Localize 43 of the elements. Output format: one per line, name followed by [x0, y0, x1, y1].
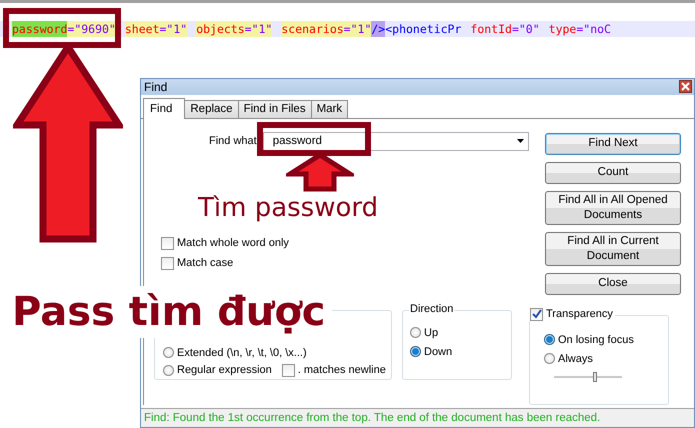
checkmark-icon — [532, 309, 542, 320]
code-token: ="0" — [512, 21, 540, 37]
code-token: type — [548, 21, 576, 37]
code-token: scenarios — [281, 21, 344, 37]
tab[interactable]: Mark — [310, 100, 348, 118]
dialog-button[interactable]: Find Next — [545, 132, 681, 155]
dialog-button[interactable]: Count — [545, 162, 681, 184]
radio-option[interactable]: Regular expression — [163, 364, 272, 376]
find-what-combo[interactable]: password — [262, 132, 529, 151]
dialog-button[interactable]: Find All in All Opened Documents — [545, 190, 681, 225]
radio-option[interactable]: Always — [544, 352, 668, 365]
code-token: fontId — [470, 21, 512, 37]
tab[interactable]: Find — [143, 98, 186, 119]
checkbox-option[interactable]: Match whole word only — [161, 236, 529, 250]
group-title: Direction — [409, 302, 454, 315]
code-token: ="9690" — [67, 21, 116, 37]
checkbox-option[interactable]: . matches newline — [282, 364, 386, 377]
radio-option[interactable]: Down — [410, 346, 511, 358]
code-token: ="1" — [244, 21, 272, 37]
status-text: Find: Found the 1st occurrence from the top. The end of the document has been reached. — [144, 412, 600, 424]
code-token: /> — [371, 21, 386, 37]
code-token: sheet — [124, 21, 160, 37]
dialog-button[interactable]: Find All in Current Document — [545, 232, 681, 266]
find-what-label: Find what — [209, 135, 257, 148]
checkbox-option[interactable]: Match case — [161, 256, 529, 270]
code-token: ="noC — [576, 21, 611, 37]
dialog-button[interactable]: Close — [545, 272, 681, 295]
code-token: password — [12, 21, 68, 37]
transparency-slider[interactable] — [554, 372, 622, 382]
close-icon[interactable] — [679, 80, 692, 94]
code-token: objects — [196, 21, 245, 37]
code-token: ="1" — [344, 21, 372, 37]
radio-option[interactable]: Extended (\n, \r, \t, \0, \x...) — [163, 346, 307, 359]
radio-option[interactable]: Up — [410, 326, 511, 339]
dropdown-icon — [516, 139, 524, 144]
code-token: ="1" — [159, 21, 188, 37]
radio-option[interactable]: On losing focus — [544, 334, 668, 346]
tab[interactable]: Replace — [184, 100, 239, 118]
tab[interactable]: Find in Files — [238, 100, 312, 118]
window-title: Find — [144, 80, 168, 94]
annotation-caption: Tìm password — [198, 193, 378, 223]
transparency-checkbox[interactable]: Transparency — [528, 308, 615, 321]
code-token: <phoneticPr — [385, 21, 462, 37]
